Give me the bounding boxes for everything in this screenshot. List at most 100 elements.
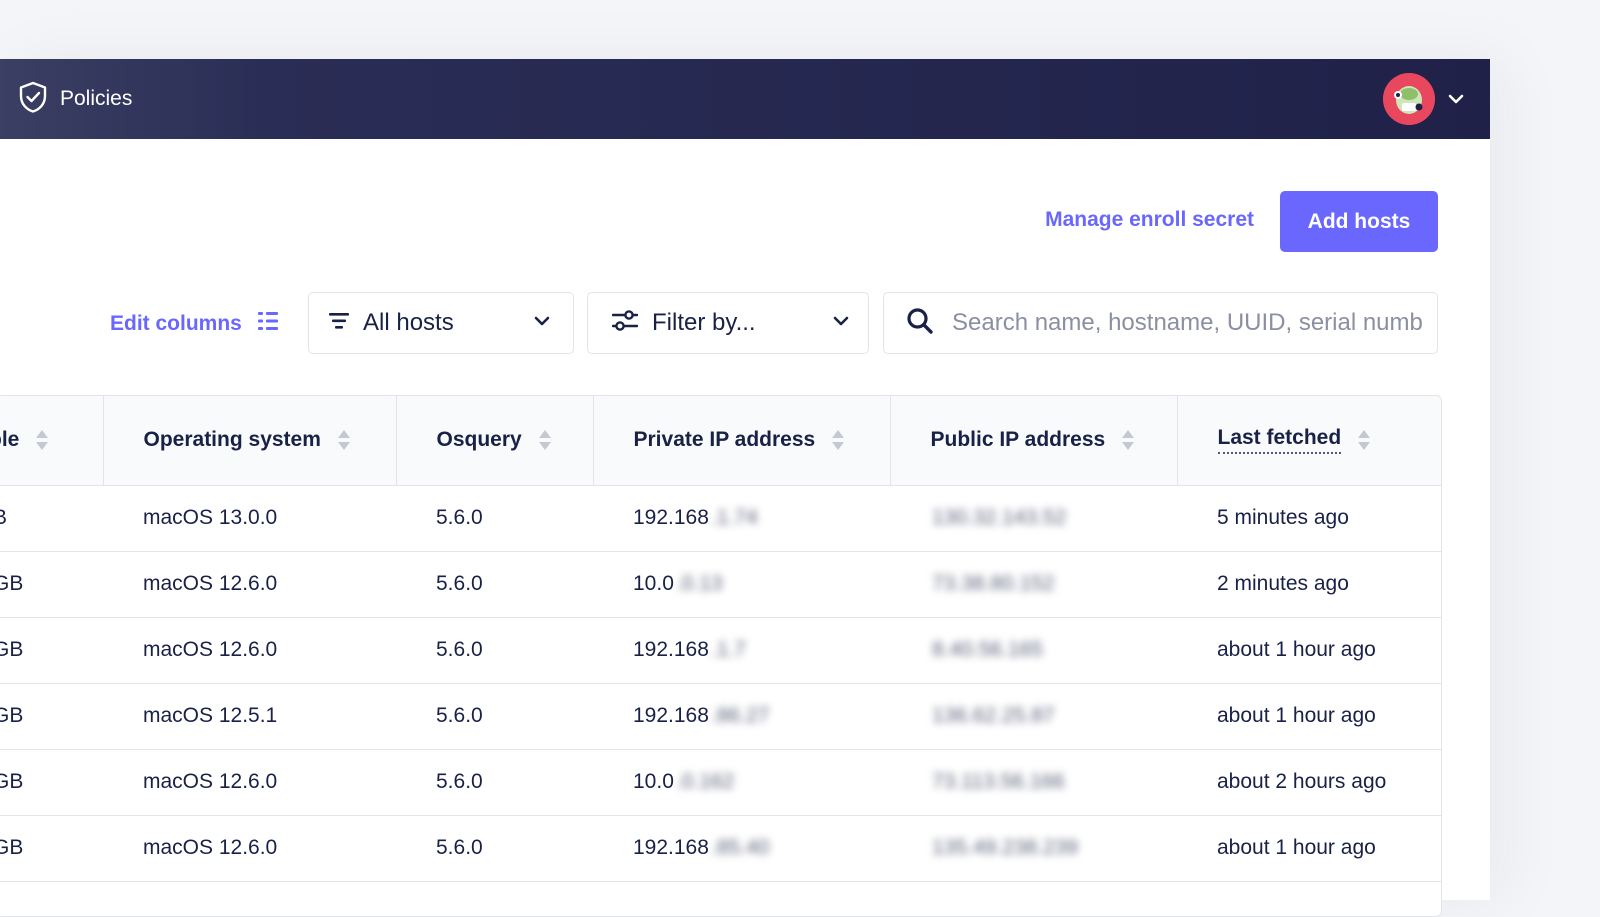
nav-item-policies[interactable]: Policies — [18, 81, 132, 117]
chevron-down-icon[interactable] — [1446, 89, 1466, 109]
cell-osquery: 5.6.0 — [396, 551, 593, 618]
filter-lines-icon — [329, 312, 349, 335]
search-input[interactable] — [950, 308, 1425, 338]
private-ip-visible: 192.168 — [633, 704, 709, 727]
private-ip-redacted: .0.13 — [675, 572, 723, 595]
cell-private-ip: 192.168.1.74 — [593, 485, 890, 552]
search-icon — [906, 307, 934, 340]
column-header-osquery[interactable]: Osquery — [396, 396, 594, 486]
cell-disk-space: GB — [0, 749, 103, 816]
column-header-label: Public IP address — [930, 428, 1106, 452]
sort-arrows-icon — [36, 430, 49, 451]
sort-arrows-icon — [337, 430, 350, 451]
private-ip-visible: 10.0 — [633, 770, 674, 793]
edit-columns-label: Edit columns — [110, 312, 242, 335]
cell-public-ip: 136.62.25.87 — [890, 683, 1177, 750]
sort-arrows-icon — [832, 430, 845, 451]
cell-disk-space: GB — [0, 815, 103, 882]
public-ip-redacted: 73.38.80.152 — [932, 572, 1055, 595]
cell-operating-system: macOS 12.5.1 — [103, 683, 396, 750]
table-row[interactable]: GB macOS 12.6.0 5.6.0 10.0.0.162 73.113.… — [0, 749, 1441, 816]
cell-disk-space: GB — [0, 683, 103, 750]
public-ip-redacted: 135.49.238.239 — [932, 836, 1078, 859]
cell-osquery: 5.6.0 — [396, 617, 593, 684]
table-row[interactable]: GB macOS 12.6.0 5.6.0 10.0.0.13 73.38.80… — [0, 551, 1441, 618]
public-ip-redacted: 73.113.56.166 — [932, 770, 1065, 793]
search-field[interactable] — [883, 292, 1438, 354]
hosts-table: ble Operating system Osquery — [0, 395, 1442, 917]
private-ip-visible: 192.168 — [633, 836, 709, 859]
manage-enroll-secret-button[interactable]: Manage enroll secret — [1045, 208, 1254, 232]
public-ip-redacted: 130.32.143.52 — [932, 506, 1067, 529]
edit-columns-button[interactable]: Edit columns — [110, 309, 278, 339]
cell-disk-space: B — [0, 485, 103, 552]
table-row[interactable]: GB macOS 12.6.0 5.6.0 192.168.1.7 8.40.5… — [0, 617, 1441, 684]
columns-list-icon — [257, 312, 278, 336]
cell-public-ip: 135.49.238.239 — [890, 815, 1177, 882]
hosts-status-dropdown[interactable]: All hosts — [308, 292, 574, 354]
cell-operating-system: macOS 12.6.0 — [103, 749, 396, 816]
column-header-label: Osquery — [436, 428, 522, 452]
cell-operating-system: macOS 12.6.0 — [103, 815, 396, 882]
app-panel: Policies Manage enroll secret Add hosts … — [0, 59, 1490, 917]
column-header-public-ip[interactable]: Public IP address — [890, 396, 1178, 486]
cell-private-ip: 10.0.0.162 — [593, 749, 890, 816]
cell-private-ip: 192.168.1.7 — [593, 617, 890, 684]
sort-arrows-icon — [1122, 430, 1135, 451]
private-ip-visible: 192.168 — [633, 506, 709, 529]
private-ip-visible: 10.0 — [633, 572, 674, 595]
cell-operating-system: macOS 13.0.0 — [103, 485, 396, 552]
sliders-icon — [611, 309, 639, 337]
cell-osquery: 5.6.0 — [396, 485, 593, 552]
cell-public-ip: 130.32.143.52 — [890, 485, 1177, 552]
cell-operating-system: macOS 12.6.0 — [103, 617, 396, 684]
column-header-operating-system[interactable]: Operating system — [103, 396, 397, 486]
column-header-label: Operating system — [143, 428, 321, 452]
table-row[interactable]: GB macOS 12.5.1 5.6.0 192.168.86.27 136.… — [0, 683, 1441, 750]
cell-last-fetched: about 1 hour ago — [1177, 815, 1441, 882]
table-row[interactable]: B macOS 13.0.0 5.6.0 192.168.1.74 130.32… — [0, 485, 1441, 552]
avatar-illustration — [1383, 73, 1435, 125]
cell-osquery: 5.6.0 — [396, 815, 593, 882]
column-header-label: Last fetched — [1217, 426, 1342, 455]
public-ip-redacted: 8.40.56.165 — [932, 638, 1043, 661]
cell-disk-space: GB — [0, 617, 103, 684]
filter-by-value: Filter by... — [652, 309, 756, 336]
cell-last-fetched: about 1 hour ago — [1177, 683, 1441, 750]
cell-private-ip: 192.168.86.27 — [593, 683, 890, 750]
chevron-down-icon — [832, 312, 850, 335]
private-ip-visible: 192.168 — [633, 638, 709, 661]
top-navigation: Policies — [0, 59, 1490, 139]
sort-arrows-icon — [1358, 430, 1371, 451]
chevron-down-icon — [533, 312, 551, 335]
table-header-row: ble Operating system Osquery — [0, 396, 1441, 486]
cell-public-ip: 8.40.56.165 — [890, 617, 1177, 684]
private-ip-redacted: .1.7 — [710, 638, 746, 661]
cell-public-ip: 73.38.80.152 — [890, 551, 1177, 618]
cell-last-fetched: 5 minutes ago — [1177, 485, 1441, 552]
cell-private-ip: 10.0.0.13 — [593, 551, 890, 618]
cell-osquery: 5.6.0 — [396, 749, 593, 816]
cell-last-fetched: 2 minutes ago — [1177, 551, 1441, 618]
public-ip-redacted: 136.62.25.87 — [932, 704, 1055, 727]
cell-operating-system: macOS 12.6.0 — [103, 551, 396, 618]
nav-item-policies-label: Policies — [60, 87, 133, 110]
add-hosts-button[interactable]: Add hosts — [1280, 191, 1438, 252]
avatar[interactable] — [1383, 73, 1435, 125]
column-header-private-ip[interactable]: Private IP address — [593, 396, 891, 486]
filter-by-dropdown[interactable]: Filter by... — [587, 292, 869, 354]
hosts-status-value: All hosts — [363, 309, 454, 336]
cell-last-fetched: about 1 hour ago — [1177, 617, 1441, 684]
column-header-last-fetched[interactable]: Last fetched — [1177, 396, 1441, 486]
cell-osquery: 5.6.0 — [396, 683, 593, 750]
table-row[interactable]: GB macOS 12.6.0 5.6.0 192.168.85.40 135.… — [0, 815, 1441, 882]
cell-private-ip: 192.168.85.40 — [593, 815, 890, 882]
shield-check-icon — [18, 81, 48, 118]
private-ip-redacted: .85.40 — [710, 836, 770, 859]
column-header-label: ble — [0, 428, 20, 452]
column-header-label: Private IP address — [633, 428, 816, 452]
cell-public-ip: 73.113.56.166 — [890, 749, 1177, 816]
cell-disk-space: GB — [0, 551, 103, 618]
private-ip-redacted: .0.162 — [675, 770, 735, 793]
column-header-disk-space[interactable]: ble — [0, 396, 104, 486]
